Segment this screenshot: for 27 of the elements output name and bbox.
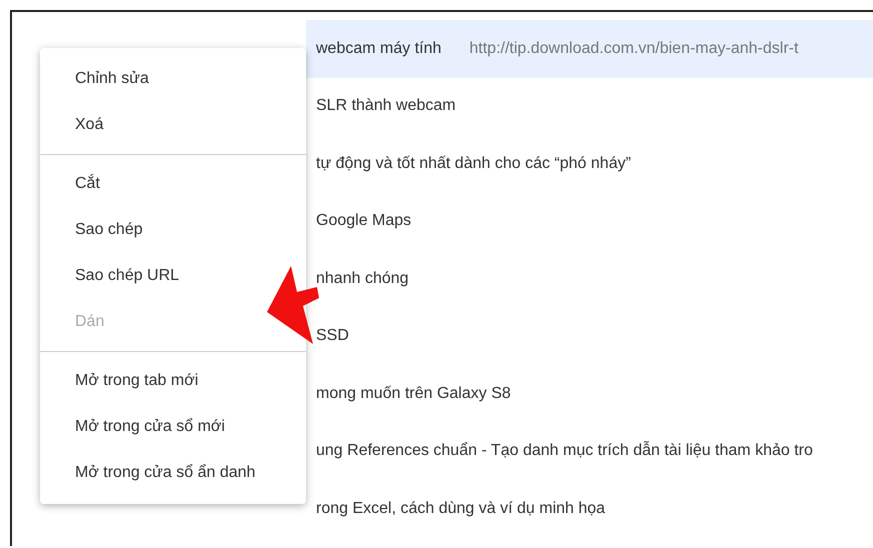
bookmark-row[interactable]: SSD bbox=[306, 308, 873, 365]
bookmark-row[interactable]: nhanh chóng bbox=[306, 250, 873, 308]
bookmark-url: http://tip.download.com.vn/bien-may-anh-dslr-t bbox=[469, 38, 798, 59]
menu-item[interactable]: Mở trong cửa sổ mới bbox=[75, 404, 225, 450]
menu-item[interactable]: Sao chép bbox=[75, 207, 143, 253]
menu-item[interactable]: Chỉnh sửa bbox=[75, 56, 149, 102]
bookmark-title: mong muốn trên Galaxy S8 bbox=[316, 384, 511, 404]
bookmark-row[interactable]: ung References chuẩn - Tạo danh mục trích dẫn tài liệu tham khảo tro bbox=[306, 422, 873, 480]
menu-item[interactable]: Cắt bbox=[75, 161, 100, 207]
bookmark-row[interactable]: mong muốn trên Galaxy S8 bbox=[306, 365, 873, 422]
bookmark-row[interactable]: SLR thành webcam bbox=[306, 78, 873, 135]
bookmark-title: Google Maps bbox=[316, 211, 412, 232]
bookmark-row[interactable]: Google Maps bbox=[306, 192, 873, 250]
bookmark-title: rong Excel, cách dùng và ví dụ minh họa bbox=[316, 498, 606, 519]
bookmark-title: nhanh chóng bbox=[316, 268, 409, 289]
bookmark-row[interactable]: tự động và tốt nhất dành cho các “phó nháy” bbox=[306, 135, 873, 192]
bookmark-row[interactable]: webcam máy tính http://tip.download.com.vn/bien-may-anh-dslr-t bbox=[306, 20, 873, 78]
bookmark-title: ung References chuẩn - Tạo danh mục trích dẫn tài liệu tham khảo tro bbox=[316, 440, 813, 462]
menu-item[interactable]: Mở trong cửa sổ ẩn danh bbox=[75, 450, 256, 496]
menu-item[interactable]: Xoá bbox=[75, 102, 104, 148]
bookmark-title: SSD bbox=[316, 326, 349, 346]
bookmark-title: SLR thành webcam bbox=[316, 96, 456, 116]
bookmark-row[interactable]: rong Excel, cách dùng và ví dụ minh họa bbox=[306, 480, 873, 538]
menu-item[interactable]: Mở trong tab mới bbox=[75, 358, 198, 404]
bookmark-title: webcam máy tính bbox=[316, 38, 442, 59]
bookmark-title: tự động và tốt nhất dành cho các “phó nháy” bbox=[316, 154, 631, 174]
menu-item[interactable]: Sao chép URL bbox=[75, 253, 180, 299]
